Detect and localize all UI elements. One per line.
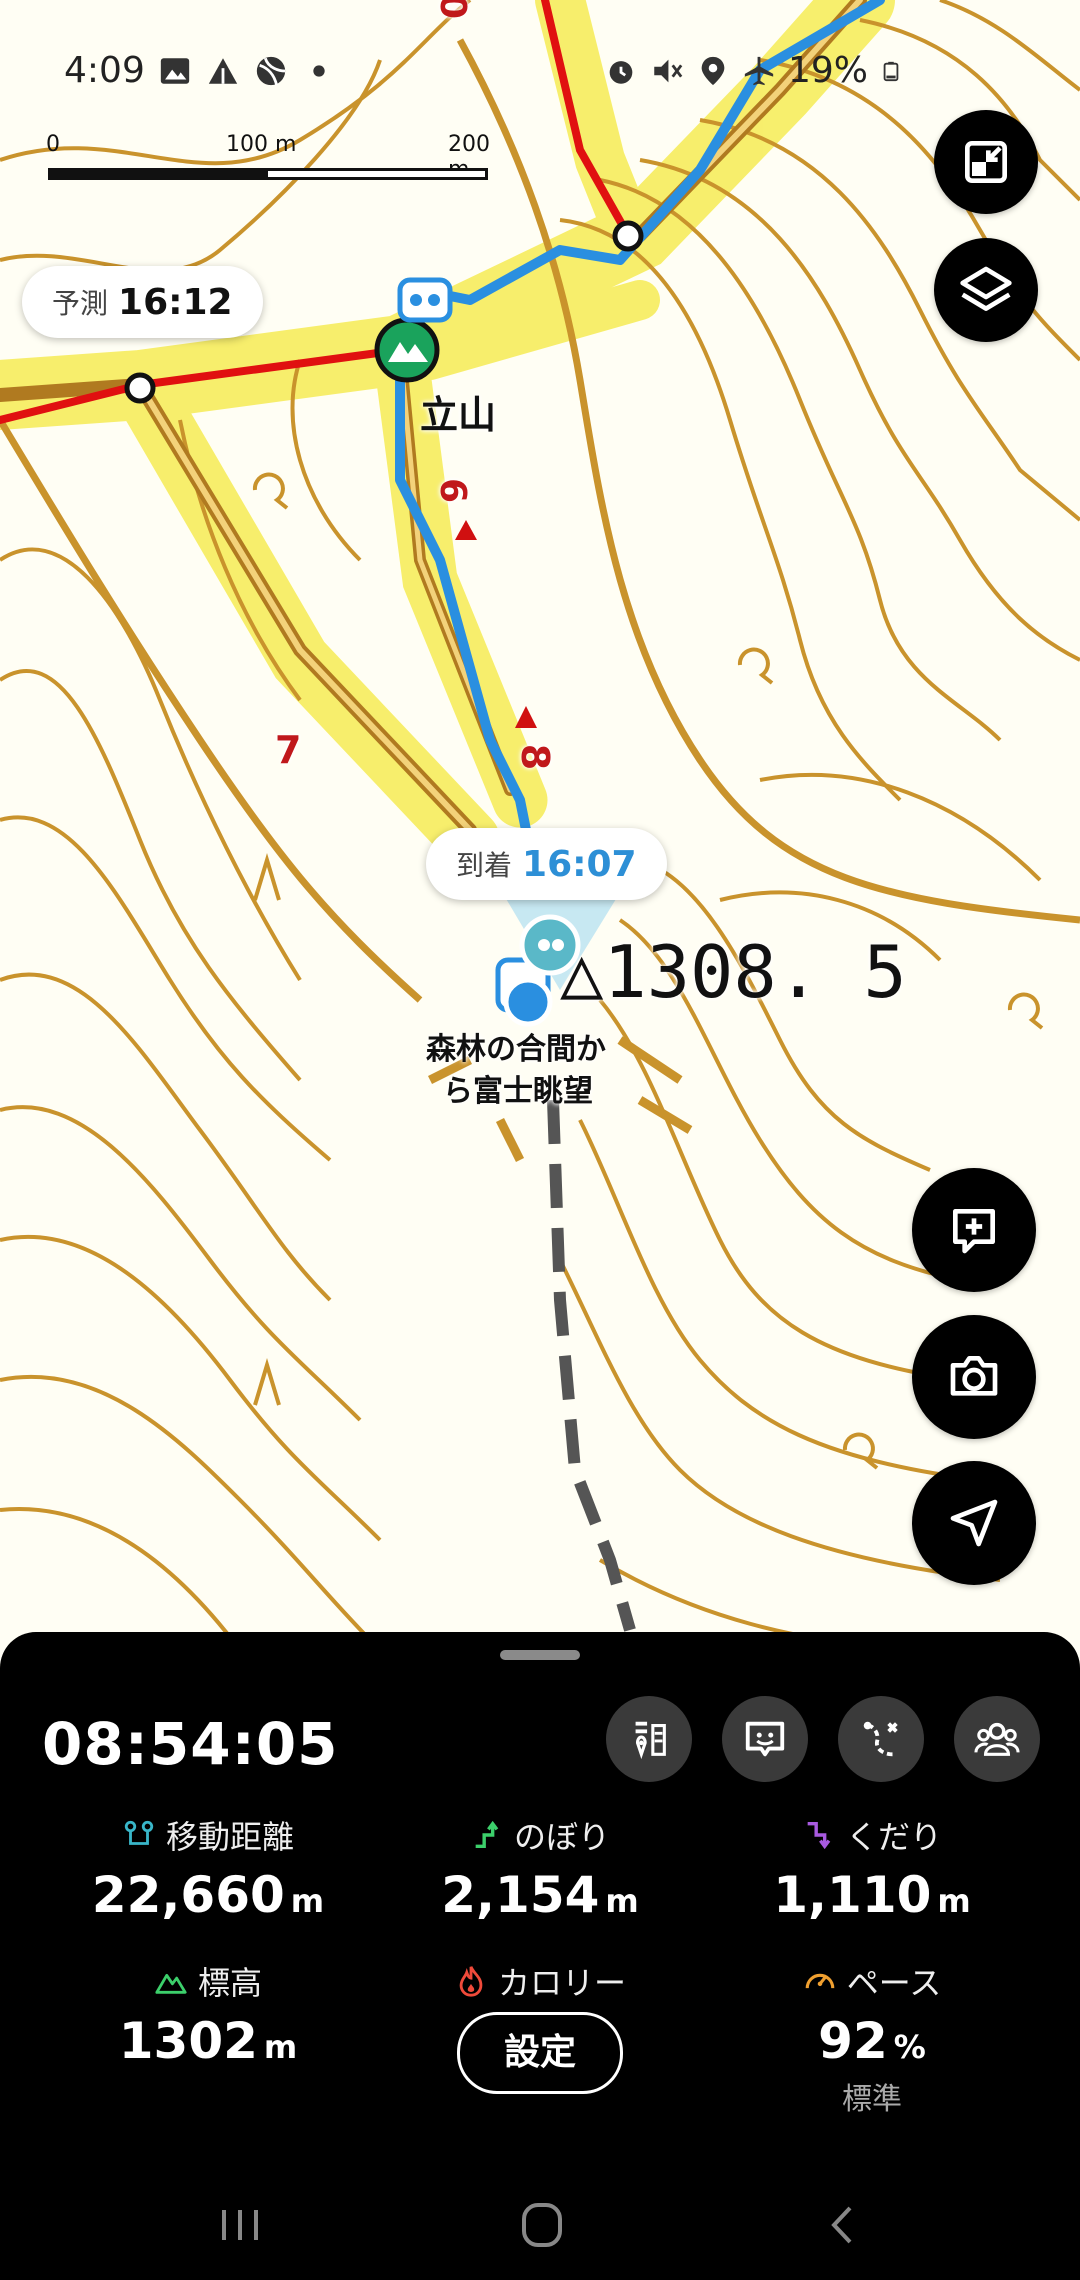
elevation-icon bbox=[155, 1973, 187, 1994]
flame-icon bbox=[459, 1966, 483, 1997]
distance-unit: m bbox=[290, 1882, 325, 1920]
navigate-icon bbox=[950, 1499, 998, 1547]
dot-icon bbox=[313, 65, 325, 77]
elevation-unit: m bbox=[263, 2028, 298, 2066]
battery-icon bbox=[883, 61, 899, 81]
stat-ascent: のぼり 2,154 m bbox=[360, 1812, 720, 1924]
fullscreen-toggle-button[interactable] bbox=[934, 110, 1038, 214]
descent-label: くだり bbox=[845, 1818, 942, 1856]
alarm-icon bbox=[609, 60, 633, 84]
ascent-unit: m bbox=[605, 1882, 639, 1920]
descent-value: 1,110 bbox=[773, 1866, 932, 1924]
checkpoint-icon bbox=[635, 1721, 666, 1760]
status-time: 4:09 bbox=[64, 50, 145, 91]
peak-marker bbox=[374, 317, 440, 383]
pace-unit: % bbox=[893, 2028, 926, 2066]
panel-drag-handle[interactable] bbox=[500, 1650, 580, 1660]
trail-number: 6 bbox=[432, 477, 474, 504]
predicted-time-bubble[interactable]: 予測 16:12 bbox=[22, 266, 263, 338]
airplane-icon bbox=[744, 56, 774, 85]
pace-value: 92 bbox=[818, 2012, 888, 2070]
route-button[interactable] bbox=[838, 1696, 924, 1782]
layers-icon bbox=[960, 266, 1012, 311]
battery-percent: 19% bbox=[787, 50, 868, 91]
ascent-label: のぼり bbox=[513, 1818, 610, 1856]
stat-descent: くだり 1,110 m bbox=[692, 1812, 1052, 1924]
elevation-value: 1302 bbox=[118, 2012, 258, 2070]
status-bar: 4:09 19% bbox=[0, 44, 1080, 104]
chat-icon bbox=[745, 1721, 785, 1757]
arrival-time-bubble[interactable]: 到着 16:07 bbox=[426, 828, 667, 900]
activity-panel: 08:54:05 移動距離 22,660 m のぼり 2,154 m くだり 1,1… bbox=[0, 1632, 1080, 2280]
calorie-label: カロリー bbox=[497, 1964, 626, 2002]
trail-number: 0 bbox=[432, 0, 474, 20]
arrival-time: 16:07 bbox=[522, 843, 637, 885]
home-icon[interactable] bbox=[512, 2200, 572, 2250]
trail-number: 7 bbox=[275, 728, 302, 772]
stat-pace: ペース 92% 標準 bbox=[692, 1958, 1052, 2118]
descent-unit: m bbox=[937, 1882, 971, 1920]
fullscreen-toggle-icon bbox=[965, 141, 1007, 183]
route-icon bbox=[863, 1721, 898, 1757]
system-nav-bar bbox=[0, 2170, 1080, 2280]
location-icon bbox=[701, 56, 725, 85]
scale-label-100: 100 m bbox=[226, 132, 297, 157]
layers-button[interactable] bbox=[934, 238, 1038, 342]
stat-calorie: カロリー 設定 bbox=[360, 1958, 720, 2094]
peak-name[interactable]: 立山 bbox=[420, 384, 496, 439]
viewpoint-name-line1[interactable]: 森林の合間か bbox=[426, 1024, 606, 1068]
stat-elevation: 標高 1302 m bbox=[28, 1958, 388, 2070]
stat-distance: 移動距離 22,660 m bbox=[28, 1812, 388, 1924]
camera-icon bbox=[950, 1356, 998, 1396]
back-icon[interactable] bbox=[812, 2200, 872, 2250]
ball-icon bbox=[256, 56, 286, 86]
elevation-label: 標高 bbox=[197, 1964, 262, 2002]
distance-icon bbox=[124, 1820, 154, 1845]
image-icon bbox=[160, 58, 190, 84]
signal-icon bbox=[208, 58, 238, 84]
status-right-icons: 19% bbox=[604, 50, 902, 91]
recent-apps-icon[interactable] bbox=[210, 2200, 270, 2250]
add-memo-button[interactable] bbox=[912, 1168, 1036, 1292]
scale-label-0: 0 bbox=[46, 132, 60, 157]
status-left-icons bbox=[158, 54, 336, 88]
arrival-label: 到着 bbox=[456, 849, 513, 882]
ascent-value: 2,154 bbox=[441, 1866, 600, 1924]
group-icon bbox=[974, 1722, 1020, 1756]
elevation-mark: △1308. 5 bbox=[560, 930, 907, 1014]
pace-label: ペース bbox=[846, 1964, 942, 2002]
distance-value: 22,660 bbox=[91, 1866, 285, 1924]
map-scale: 0 100 m 200 m bbox=[46, 132, 490, 182]
elapsed-time: 08:54:05 bbox=[42, 1710, 339, 1778]
descent-icon bbox=[807, 1821, 831, 1850]
chat-button[interactable] bbox=[722, 1696, 808, 1782]
current-location-dot bbox=[503, 977, 553, 1027]
ascent-icon bbox=[475, 1820, 499, 1849]
distance-label: 移動距離 bbox=[165, 1818, 294, 1856]
viewpoint-name-line2[interactable]: ら富士眺望 bbox=[443, 1066, 593, 1110]
group-button[interactable] bbox=[954, 1696, 1040, 1782]
map-view[interactable]: 0 6 7 8 立山 森林の合間か ら富士眺望 △1308. 5 予測 16:1… bbox=[0, 0, 1080, 1650]
camera-button[interactable] bbox=[912, 1315, 1036, 1439]
predicted-time: 16:12 bbox=[118, 281, 233, 323]
checkpoint-button[interactable] bbox=[606, 1696, 692, 1782]
scale-bar bbox=[48, 168, 488, 180]
mute-icon bbox=[654, 59, 683, 82]
speedometer-icon bbox=[805, 1973, 835, 1989]
calorie-settings-button[interactable]: 設定 bbox=[457, 2012, 623, 2094]
predicted-label: 予測 bbox=[52, 287, 109, 320]
add-memo-icon bbox=[953, 1209, 995, 1254]
navigate-button[interactable] bbox=[912, 1461, 1036, 1585]
pace-sublabel: 標準 bbox=[842, 2082, 902, 2117]
trail-number: 8 bbox=[513, 743, 558, 771]
